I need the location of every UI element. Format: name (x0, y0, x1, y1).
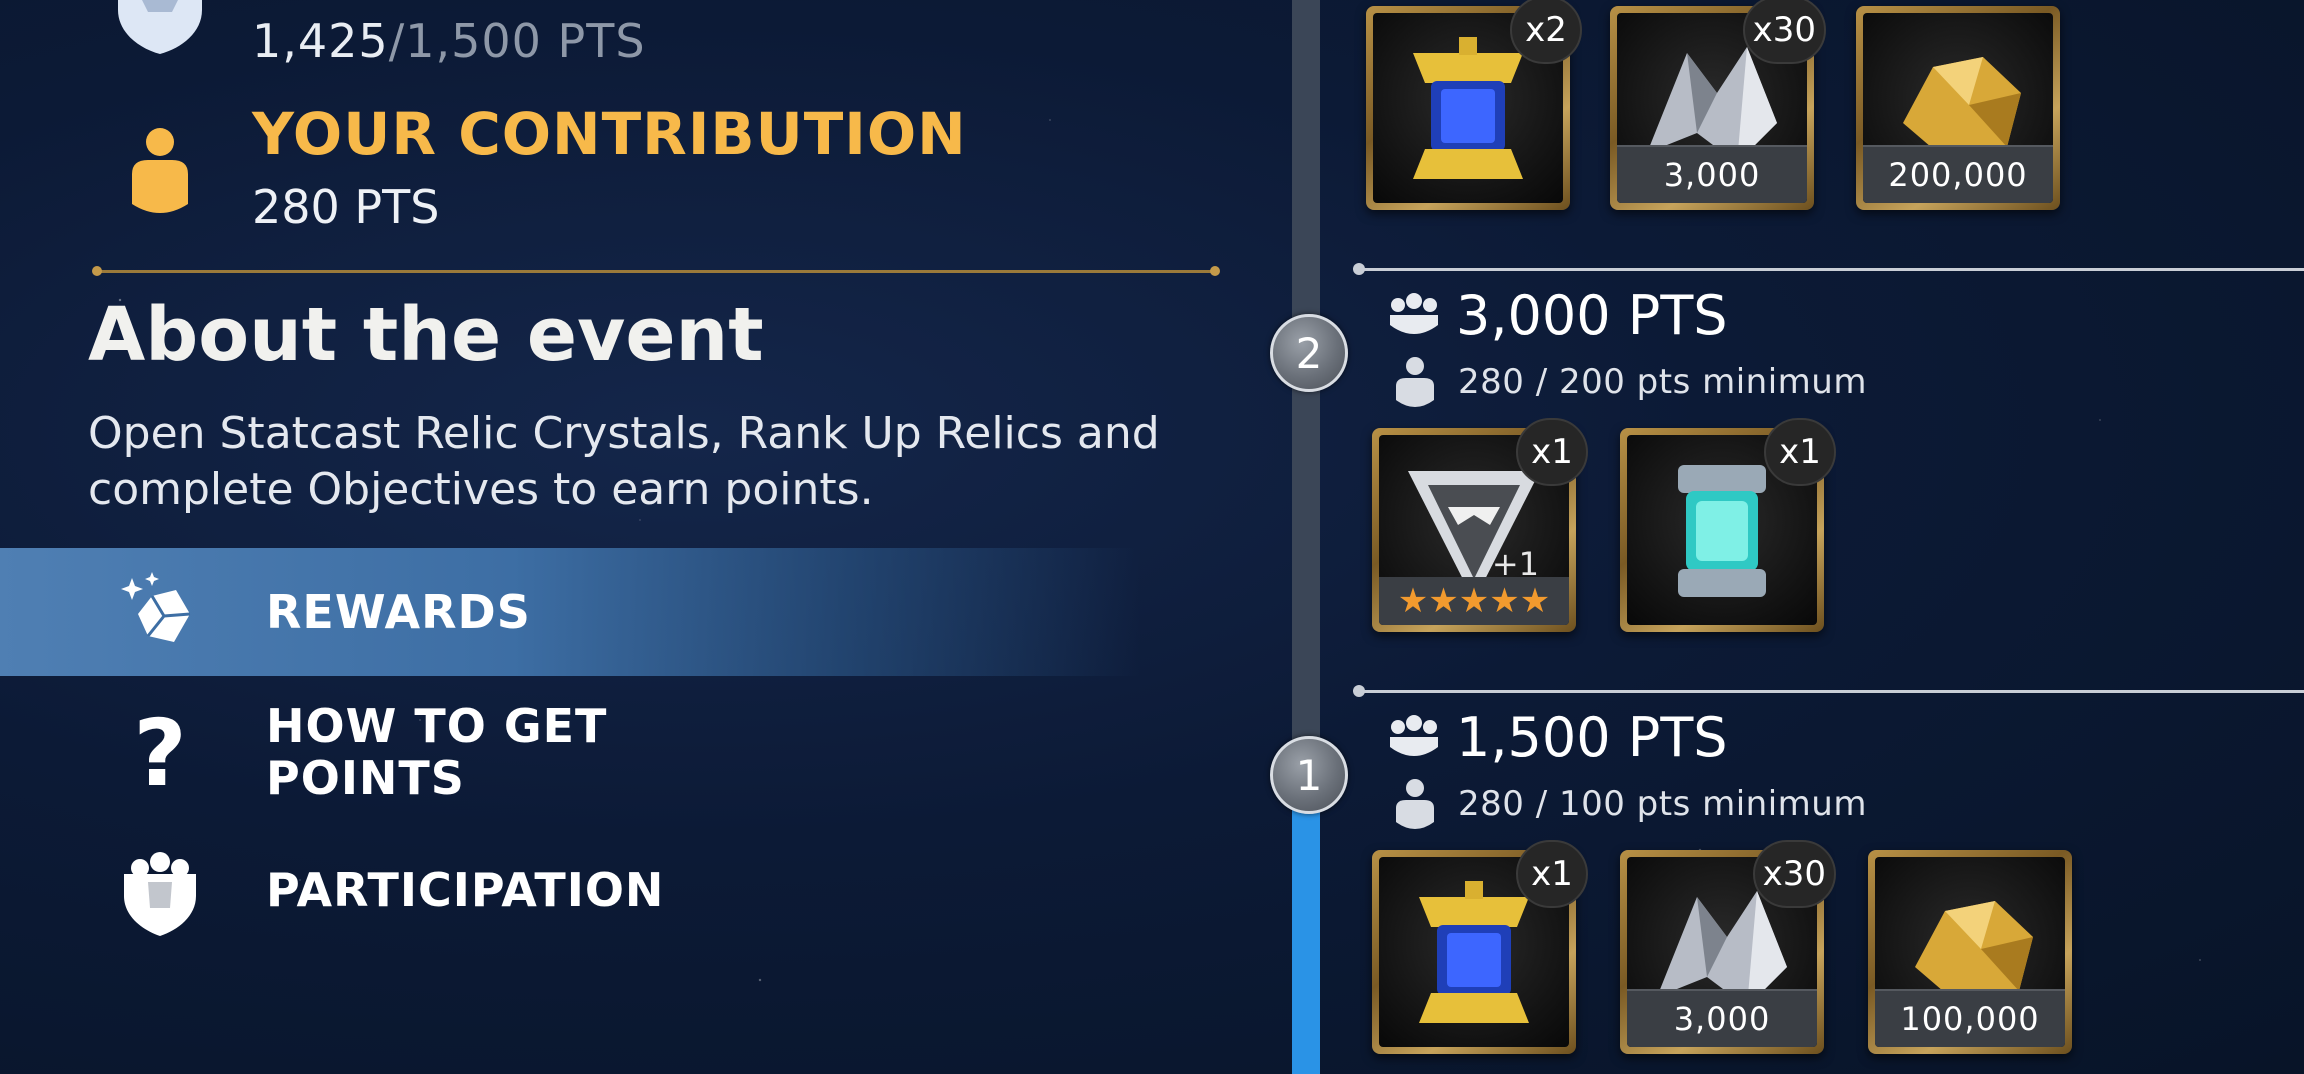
tier-points-value: 1,500 PTS (1456, 706, 1728, 769)
sparkle-crystal-icon (118, 570, 202, 654)
reward-quantity: x1 (1764, 418, 1836, 486)
tier-points: 1,500 PTS (1388, 706, 1728, 769)
tier-node-1: 1 (1270, 736, 1348, 814)
person-icon (1396, 357, 1434, 407)
question-mark-icon: ? (133, 700, 187, 807)
reward-item[interactable]: +1 ★★★★★ x1 (1372, 418, 1588, 632)
menu-label-rewards: REWARDS (266, 585, 531, 639)
about-description: Open Statcast Relic Crystals, Rank Up Re… (88, 408, 1160, 515)
group-icon (1390, 292, 1438, 334)
reward-item[interactable]: x1 (1620, 418, 1836, 632)
section-divider (92, 266, 1220, 276)
tier-minimum: 280 / 100 pts minimum (1392, 778, 1867, 830)
reward-item[interactable]: x1 (1372, 840, 1588, 1054)
menu-item-participation[interactable]: PARTICIPATION (0, 848, 1140, 940)
group-icon (1390, 714, 1438, 756)
reward-amount: 3,000 (1627, 989, 1817, 1047)
person-icon (132, 128, 188, 213)
reward-item[interactable]: 200,000 (1856, 6, 2060, 210)
group-shield-icon (118, 852, 202, 936)
tier-divider (1353, 263, 2304, 275)
menu-item-rewards[interactable]: REWARDS (0, 548, 1140, 676)
reward-item[interactable]: x2 (1366, 0, 1582, 210)
menu-label-how-to-get-points: HOW TO GET POINTS (266, 699, 608, 805)
tier-divider (1353, 685, 2304, 697)
tier-minimum-text: 280 / 200 pts minimum (1458, 362, 1867, 402)
tier-minimum: 280 / 200 pts minimum (1392, 356, 1867, 408)
about-title: About the event (88, 292, 764, 378)
reward-item[interactable]: 3,000 x30 (1620, 840, 1836, 1054)
menu-item-how-to-get-points[interactable]: ? HOW TO GET POINTS (0, 696, 1140, 812)
reward-item[interactable]: 3,000 x30 (1610, 0, 1826, 210)
person-icon (1396, 779, 1434, 829)
reward-quantity: x1 (1516, 840, 1588, 908)
contribution-points: 280 PTS (252, 180, 440, 234)
tier-points: 3,000 PTS (1388, 284, 1728, 347)
star-rating: ★★★★★ (1379, 577, 1569, 625)
reward-quantity: x1 (1516, 418, 1588, 486)
menu-label-participation: PARTICIPATION (266, 863, 665, 917)
alliance-shield-icon (118, 0, 202, 54)
reward-item[interactable]: 100,000 (1868, 850, 2072, 1054)
reward-quantity: x2 (1510, 0, 1582, 64)
tier-points-value: 3,000 PTS (1456, 284, 1728, 347)
tier-node-2: 2 (1270, 314, 1348, 392)
reward-quantity: x30 (1752, 840, 1836, 908)
reward-amount: 3,000 (1617, 145, 1807, 203)
contribution-title: YOUR CONTRIBUTION (252, 100, 967, 168)
reward-quantity: x30 (1742, 0, 1826, 64)
tier-progress-fill (1292, 805, 1320, 1074)
reward-amount: 200,000 (1863, 145, 2053, 203)
tier-minimum-text: 280 / 100 pts minimum (1458, 784, 1867, 824)
alliance-progress-current: 1,425 (252, 14, 389, 68)
alliance-progress: 1,425/1,500 PTS (252, 14, 646, 68)
alliance-progress-goal: 1,500 PTS (405, 14, 646, 68)
progress-separator: / (388, 14, 406, 68)
reward-amount: 100,000 (1875, 989, 2065, 1047)
